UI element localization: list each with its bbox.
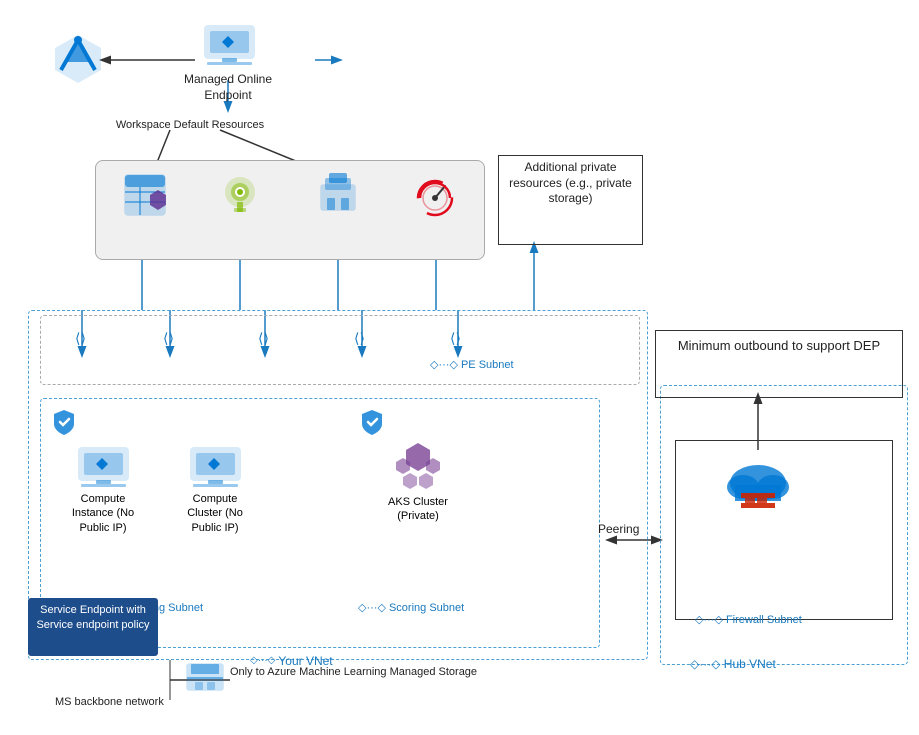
compute-cluster-icon: Compute Cluster (No Public IP)	[180, 440, 250, 535]
service-endpoint-label: Service Endpoint with Service endpoint p…	[29, 599, 157, 638]
additional-private-resources-label: Additional private resources (e.g., priv…	[498, 160, 643, 207]
container-registry-icon	[405, 170, 465, 220]
scoring-subnet-label: ◇···◇ Scoring Subnet	[358, 598, 464, 616]
azure-ml-icon	[48, 30, 108, 85]
connector-1: ⟨⟩	[75, 330, 86, 347]
peering-label: Peering	[598, 522, 639, 536]
firewall-icon	[718, 455, 798, 520]
ms-storage-icon	[185, 660, 225, 703]
aks-cluster-icon: AKS Cluster (Private)	[378, 438, 458, 524]
managed-online-endpoint-label: Managed Online Endpoint	[178, 72, 278, 103]
compute-instance-label: Compute Instance (No Public IP)	[68, 492, 138, 535]
shield-icon-left	[50, 408, 78, 441]
only-azure-ml-label: Only to Azure Machine Learning Managed S…	[230, 665, 477, 679]
keyvault-icon	[210, 170, 270, 220]
minimum-outbound-label: Minimum outbound to support DEP	[660, 338, 898, 355]
compute-instance-icon: Compute Instance (No Public IP)	[68, 440, 138, 535]
managed-online-endpoint-icon	[194, 18, 264, 66]
connector-5: ⟨⟩	[450, 330, 461, 347]
hub-vnet-label: ◇···◇ Hub VNet	[690, 655, 776, 673]
firewall-subnet-label: ◇···◇ Firewall Subnet	[695, 610, 802, 628]
aks-cluster-label: AKS Cluster (Private)	[378, 495, 458, 524]
connector-3: ⟨⟩	[258, 330, 269, 347]
workspace-default-resources-label: Workspace Default Resources	[110, 118, 270, 132]
connector-4: ⟨⟩	[354, 330, 365, 347]
pe-subnet-box	[40, 315, 640, 385]
ms-backbone-label: MS backbone network	[55, 695, 164, 709]
storage-icon	[115, 170, 175, 220]
shield-icon-right	[358, 408, 386, 441]
diagram: Managed Online Endpoint Workspace Defaul…	[0, 0, 919, 735]
service-endpoint-box: Service Endpoint with Service endpoint p…	[28, 598, 158, 656]
connector-2: ⟨⟩	[163, 330, 174, 347]
compute-cluster-label: Compute Cluster (No Public IP)	[180, 492, 250, 535]
storage-account-icon	[308, 170, 368, 220]
